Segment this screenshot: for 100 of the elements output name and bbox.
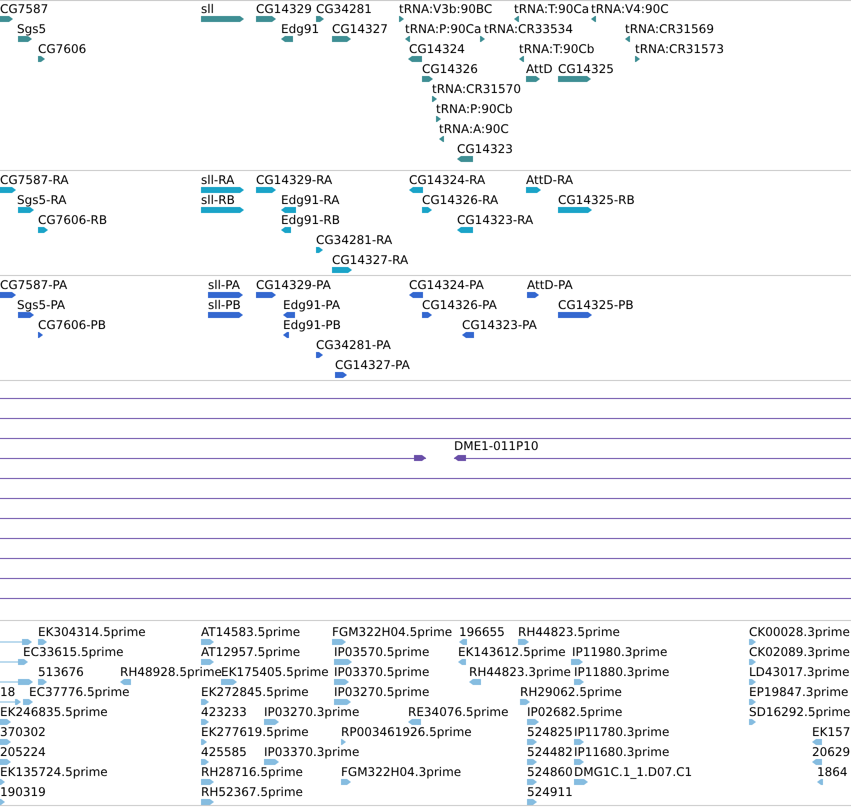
feature-label: Edg91-RA [281,194,340,207]
feature-label: CG7606-RB [38,214,108,227]
feature-label: CG14324-RA [409,174,486,187]
feature-label: CG14329-PA [256,279,331,292]
feature-label: IP11880.3prime [574,666,670,679]
feature-label: Sgs5-RA [17,194,67,207]
feature-label: IP03570.5prime [334,646,430,659]
feature-label: CG7606-PB [38,319,106,332]
feature-label: EK135724.5prime [0,766,108,779]
feature-label: IP11780.3prime [574,726,670,739]
feature-label: RH44823.5prime [518,626,620,639]
feature-label: tRNA:P:90Ca [405,23,482,36]
feature-label: CG7587 [0,3,48,16]
feature-label: 18 [0,686,16,699]
feature-label: CG34281 [316,3,372,16]
feature-label: sll [201,3,214,16]
feature-label: CG14326 [422,63,478,76]
feature-label: RH44823.3prime [469,666,571,679]
feature-label: sll-PA [208,279,240,292]
feature-label: FGM322H04.3prime [341,766,462,779]
feature-label: Sgs5-PA [17,299,66,312]
feature-label: LD43017.3prime [749,666,850,679]
feature-label: CG14329 [256,3,312,16]
feature-label: 20629 [812,746,850,759]
feature-label: AT14583.5prime [201,626,300,639]
feature-label: EK277619.5prime [201,726,309,739]
feature-label: Edg91-PB [283,319,341,332]
feature-label: CG14325 [558,63,614,76]
feature-label: EC33615.5prime [23,646,124,659]
feature-label: tRNA:P:90Cb [436,103,513,116]
feature-label: tRNA:V4:90C [591,3,669,16]
feature-label: 205224 [0,746,46,759]
feature-label: CG14327-PA [335,359,410,372]
feature-label: RH29062.5prime [520,686,622,699]
feature-label: 423233 [201,706,247,719]
feature-label: Edg91-RB [281,214,340,227]
feature-label: 524825 [527,726,573,739]
feature-label: CK02089.3prime [749,646,850,659]
feature-label: 524911 [527,786,573,799]
feature-label: SD16292.5prime [749,706,850,719]
feature-label: EK272845.5prime [201,686,309,699]
feature-label: CG14323 [457,143,513,156]
feature-label: CG7587-RA [0,174,69,187]
feature-label: tRNA:A:90C [439,123,509,136]
feature-label: IP02682.5prime [527,706,622,719]
feature-label: CG14327 [332,23,388,36]
feature-label: RP003461926.5prime [341,726,472,739]
feature-label: tRNA:T:90Cb [519,43,594,56]
feature-label: IP11680.3prime [574,746,670,759]
feature-label: AT12957.5prime [201,646,300,659]
feature-label: 1864 [817,766,848,779]
feature-label: CG7587-PA [0,279,68,292]
clone-end-glyph [414,455,426,461]
feature-label: IP03370.5prime [334,666,430,679]
feature-label: FGM322H04.5prime [332,626,452,639]
feature-label: EK175405.5prime [221,666,329,679]
feature-label: CG14324 [409,43,465,56]
feature-label: tRNA:CR31570 [432,83,521,96]
feature-label: 524860 [527,766,573,779]
feature-label: CG14325-RB [558,194,635,207]
feature-label: 370302 [0,726,46,739]
feature-label: IP11980.3prime [572,646,668,659]
feature-label: CG34281-RA [316,234,392,247]
feature-label: RH48928.5prime [120,666,222,679]
feature-label: IP03270.3prime [264,706,360,719]
feature-label: 425585 [201,746,247,759]
feature-label: tRNA:T:90Ca [514,3,590,16]
feature-label: AttD-PA [527,279,573,292]
feature-label: 196655 [459,626,505,639]
feature-label: EC37776.5prime [29,686,130,699]
feature-label: EK304314.5prime [38,626,146,639]
feature-label: AttD-RA [526,174,574,187]
feature-label: RH52367.5prime [201,786,303,799]
feature-label: EK143612.5prime [458,646,566,659]
feature-label: Edg91 [281,23,320,36]
feature-label: AttD [526,63,553,76]
feature-label: CG14324-PA [409,279,484,292]
feature-label: tRNA:V3b:90BC [399,3,492,16]
feature-label: CG7606 [38,43,86,56]
feature-label: tRNA:CR33534 [484,23,573,36]
feature-label: CG14323-RA [457,214,534,227]
feature-label: EK157 [812,726,850,739]
feature-label: CG14326-PA [422,299,497,312]
feature-label: CG14325-PB [558,299,634,312]
feature-label: sll-PB [208,299,241,312]
feature-label: IP03370.3prime [264,746,360,759]
feature-label: CG14329-RA [256,174,332,187]
feature-label: DME1-011P10 [454,440,539,453]
feature-label: IP03270.5prime [334,686,430,699]
feature-label: CG14326-RA [422,194,498,207]
feature-label: sll-RB [201,194,235,207]
feature-label: 513676 [38,666,84,679]
feature-label: tRNA:CR31569 [625,23,714,36]
feature-label: 190319 [0,786,46,799]
feature-label: RE34076.5prime [408,706,508,719]
feature-label: 524482 [527,746,573,759]
feature-label: EK246835.5prime [0,706,108,719]
feature-label: CG34281-PA [316,339,391,352]
feature-label: sll-RA [201,174,234,187]
feature-label: EP19847.3prime [749,686,848,699]
